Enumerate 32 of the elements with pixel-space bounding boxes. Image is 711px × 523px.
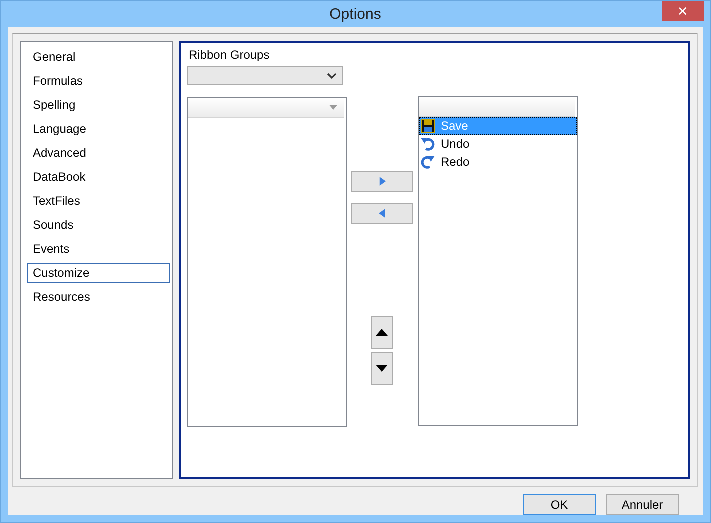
- window-title: Options: [330, 6, 382, 22]
- chevron-down-icon: [327, 72, 337, 78]
- ribbon-commands-list[interactable]: Save Undo Redo: [418, 96, 578, 426]
- dialog-button[interactable]: OK: [523, 494, 596, 515]
- close-button[interactable]: ✕: [662, 1, 704, 21]
- ribbon-groups-label: Ribbon Groups: [188, 47, 271, 63]
- category-item[interactable]: Spelling: [27, 95, 170, 115]
- category-item[interactable]: Language: [27, 119, 170, 139]
- category-item[interactable]: Events: [27, 239, 170, 259]
- remove-button[interactable]: [351, 203, 413, 224]
- add-button[interactable]: [351, 171, 413, 192]
- category-item[interactable]: TextFiles: [27, 191, 170, 211]
- dropdown-arrow-icon: [329, 105, 338, 110]
- category-item[interactable]: Advanced: [27, 143, 170, 163]
- move-down-button[interactable]: [371, 352, 393, 385]
- category-item[interactable]: Resources: [27, 287, 170, 307]
- category-item[interactable]: Formulas: [27, 71, 170, 91]
- command-item[interactable]: Undo: [419, 135, 577, 153]
- undo-arrow-icon: [421, 137, 435, 151]
- category-item[interactable]: General: [27, 47, 170, 67]
- redo-arrow-icon: [421, 155, 435, 169]
- available-commands-list[interactable]: [187, 97, 347, 427]
- category-item[interactable]: DataBook: [27, 167, 170, 187]
- triangle-down-icon: [376, 365, 388, 372]
- command-item[interactable]: Redo: [419, 153, 577, 171]
- move-up-button[interactable]: [371, 316, 393, 349]
- arrow-right-icon: [378, 177, 386, 186]
- triangle-up-icon: [376, 329, 388, 336]
- arrow-left-icon: [378, 209, 386, 218]
- category-item[interactable]: Sounds: [27, 215, 170, 235]
- dialog-button[interactable]: Annuler: [606, 494, 679, 515]
- category-item[interactable]: Customize: [27, 263, 170, 283]
